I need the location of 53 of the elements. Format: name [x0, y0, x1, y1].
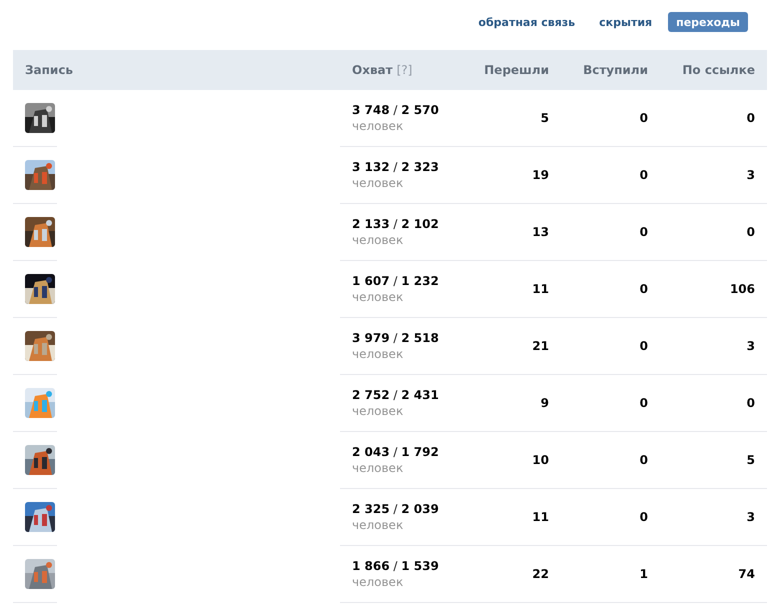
table-cell: 0: [640, 510, 648, 524]
table-cell: 106: [730, 282, 755, 296]
unit-label: человек: [352, 347, 404, 361]
column-header: Охват: [352, 63, 393, 77]
table-cell: 19: [532, 168, 549, 182]
reach-value: 3 748 / 2 570: [352, 103, 440, 117]
unit-label: человек: [352, 518, 404, 532]
table-cell: 0: [746, 111, 755, 125]
reach-value: 2 325 / 2 039: [352, 502, 440, 516]
table-cell: 9: [540, 396, 549, 410]
table-cell: 0: [640, 225, 648, 239]
table-cell: 0: [640, 396, 648, 410]
table-cell: 3: [746, 339, 755, 353]
reach-value: 1 866 / 1 539: [352, 559, 440, 573]
unit-label: человек: [352, 119, 404, 133]
reach-value: 2 043 / 1 792: [352, 445, 440, 459]
table-cell: 3: [746, 510, 755, 524]
table-cell: 1: [640, 567, 648, 581]
table-cell: 0: [640, 282, 648, 296]
column-header: По ссылке: [682, 63, 755, 77]
table-cell: 11: [532, 282, 549, 296]
reach-value: 1 607 / 1 232: [352, 274, 440, 288]
table-cell: 3: [746, 168, 755, 182]
table-cell: 0: [640, 339, 648, 353]
table-cell: 0: [746, 225, 755, 239]
table-cell: 0: [640, 453, 648, 467]
column-header: Запись: [25, 63, 74, 77]
reach-value: 2 133 / 2 102: [352, 217, 440, 231]
column-header: Перешли: [484, 63, 549, 77]
table-cell: 21: [532, 339, 549, 353]
table-cell: 5: [746, 453, 755, 467]
unit-label: человек: [352, 461, 404, 475]
column-header: Вступили: [583, 63, 648, 77]
tab[interactable]: скрытия: [591, 12, 660, 32]
table-cell: 13: [532, 225, 549, 239]
table-cell: 74: [738, 567, 755, 581]
table-cell: 10: [532, 453, 549, 467]
unit-label: человек: [352, 575, 404, 589]
table-cell: 0: [640, 168, 648, 182]
reach-value: 3 132 / 2 323: [352, 160, 440, 174]
table-cell: 22: [532, 567, 549, 581]
tab[interactable]: обратная связь: [470, 12, 584, 32]
table-cell: 0: [640, 111, 648, 125]
tab[interactable]: переходы: [668, 12, 748, 32]
unit-label: человек: [352, 233, 404, 247]
reach-value: 2 752 / 2 431: [352, 388, 440, 402]
unit-label: человек: [352, 176, 404, 190]
unit-label: человек: [352, 404, 404, 418]
reach-value: 3 979 / 2 518: [352, 331, 440, 345]
unit-label: человек: [352, 290, 404, 304]
table-cell: 0: [746, 396, 755, 410]
table-cell: 11: [532, 510, 549, 524]
table-cell: 5: [540, 111, 549, 125]
